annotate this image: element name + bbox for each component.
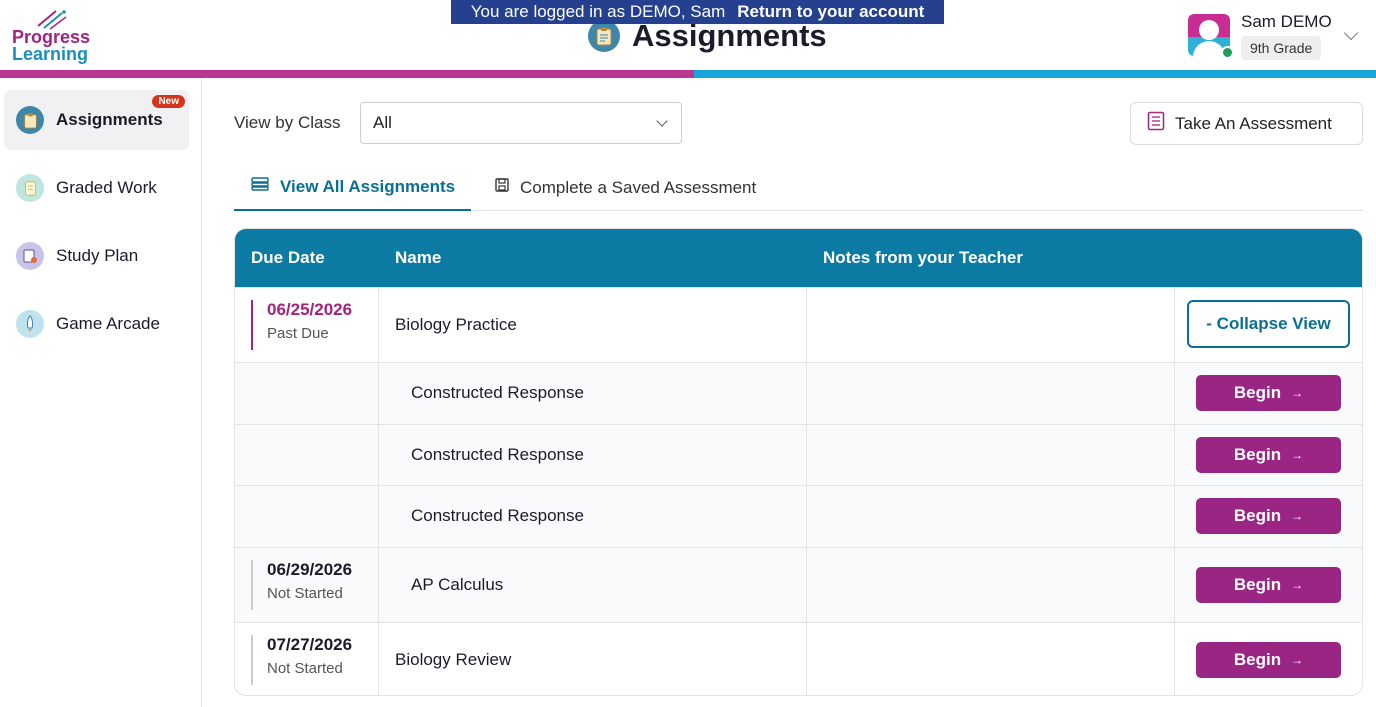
chevron-down-icon: [656, 115, 668, 127]
user-menu[interactable]: Sam DEMO 9th Grade: [1188, 12, 1364, 62]
sidebar-item-graded-work[interactable]: Graded Work: [4, 158, 189, 218]
view-by-class-label: View by Class: [234, 113, 341, 132]
study-plan-icon: [16, 242, 44, 270]
assignment-name: Constructed Response: [411, 506, 584, 525]
begin-button[interactable]: Begin →: [1196, 567, 1341, 603]
begin-label: Begin: [1233, 383, 1282, 402]
begin-label: Begin: [1233, 445, 1282, 464]
sidebar: Assignments New Graded Work Study Plan G…: [0, 78, 202, 707]
header-color-bar: [0, 70, 1376, 78]
begin-button[interactable]: Begin →: [1196, 375, 1341, 411]
class-select[interactable]: All: [360, 102, 682, 144]
sidebar-item-label: Study Plan: [56, 246, 139, 265]
progress-learning-logo[interactable]: Progress Learning: [12, 8, 102, 64]
arrow-right-icon: →: [1291, 653, 1304, 667]
user-name: Sam DEMO: [1241, 12, 1332, 31]
table-row: Constructed Response Begin →: [235, 424, 1362, 485]
clipboard-icon: [16, 106, 44, 134]
header-due-date[interactable]: Due Date: [251, 248, 325, 268]
tab-label: View All Assignments: [280, 176, 456, 196]
table-row: 07/27/2026 Not Started Biology Review Be…: [235, 622, 1362, 695]
sidebar-item-label: Assignments: [56, 110, 163, 129]
assignments-table: Due Date Name Notes from your Teacher 06…: [234, 228, 1363, 696]
sidebar-item-label: Graded Work: [56, 178, 157, 197]
begin-button[interactable]: Begin →: [1196, 498, 1341, 534]
due-date-cell: 06/25/2026 Past Due: [251, 300, 352, 350]
impersonation-banner: You are logged in as DEMO, Sam Return to…: [451, 0, 944, 24]
assignment-name: Constructed Response: [411, 445, 584, 464]
main-content: View by Class All Take An Assessment Vie…: [202, 78, 1376, 707]
arrow-right-icon: →: [1291, 386, 1304, 400]
clipboard-icon: [588, 20, 620, 52]
logged-in-text: You are logged in as DEMO, Sam: [470, 2, 726, 21]
table-header: Due Date Name Notes from your Teacher: [235, 229, 1362, 287]
sidebar-item-study-plan[interactable]: Study Plan: [4, 226, 189, 286]
arrow-right-icon: →: [1291, 578, 1304, 592]
class-select-value: All: [373, 113, 392, 132]
save-icon: [494, 177, 510, 198]
sidebar-item-label: Game Arcade: [56, 314, 160, 333]
take-assessment-label: Take An Assessment: [1175, 113, 1332, 133]
due-date-cell: 06/29/2026 Not Started: [251, 560, 352, 610]
due-status: Not Started: [267, 585, 343, 602]
tab-label: Complete a Saved Assessment: [520, 177, 757, 197]
assignment-name: Constructed Response: [411, 383, 584, 402]
arrow-right-icon: →: [1291, 509, 1304, 523]
due-status: Not Started: [267, 660, 343, 677]
rocket-icon: [16, 310, 44, 338]
begin-label: Begin: [1233, 650, 1282, 669]
header-notes: Notes from your Teacher: [823, 248, 1023, 267]
table-row: Constructed Response Begin →: [235, 485, 1362, 547]
tab-complete-saved-assessment[interactable]: Complete a Saved Assessment: [478, 164, 772, 211]
logo-text-learning: Learning: [12, 44, 89, 64]
return-to-account-link[interactable]: Return to your account: [737, 2, 924, 22]
table-row: 06/29/2026 Not Started AP Calculus Begin…: [235, 547, 1362, 622]
chevron-down-icon[interactable]: [1343, 25, 1359, 41]
assignment-tabs: View All Assignments Complete a Saved As…: [234, 164, 1363, 211]
tab-view-all-assignments[interactable]: View All Assignments: [234, 164, 472, 211]
sidebar-item-assignments[interactable]: Assignments New: [4, 90, 189, 150]
begin-label: Begin: [1233, 506, 1282, 525]
due-date-cell: 07/27/2026 Not Started: [251, 635, 352, 685]
due-date: 06/25/2026: [267, 300, 353, 319]
assessment-list-icon: [1147, 111, 1165, 136]
assignment-name: Biology Practice: [395, 315, 517, 334]
arrow-right-icon: →: [1291, 448, 1304, 462]
grade-badge: 9th Grade: [1241, 36, 1322, 60]
due-date: 07/27/2026: [267, 635, 353, 654]
sidebar-item-game-arcade[interactable]: Game Arcade: [4, 294, 189, 354]
begin-button[interactable]: Begin →: [1196, 437, 1341, 473]
table-row: Constructed Response Begin →: [235, 362, 1362, 424]
stack-icon: [250, 176, 270, 197]
new-badge: New: [152, 95, 185, 108]
table-row: 06/25/2026 Past Due Biology Practice - C…: [235, 287, 1362, 362]
assignment-name: Biology Review: [395, 650, 512, 669]
assignment-name: AP Calculus: [411, 575, 504, 594]
header-name[interactable]: Name: [395, 248, 441, 268]
due-status: Past Due: [267, 325, 329, 342]
collapse-view-button[interactable]: - Collapse View: [1187, 300, 1350, 348]
begin-label: Begin: [1233, 575, 1282, 594]
begin-button[interactable]: Begin →: [1196, 642, 1341, 678]
graded-paper-icon: [16, 174, 44, 202]
due-date: 06/29/2026: [267, 560, 353, 579]
online-status-icon: [1221, 46, 1234, 59]
take-assessment-button[interactable]: Take An Assessment: [1130, 102, 1363, 145]
